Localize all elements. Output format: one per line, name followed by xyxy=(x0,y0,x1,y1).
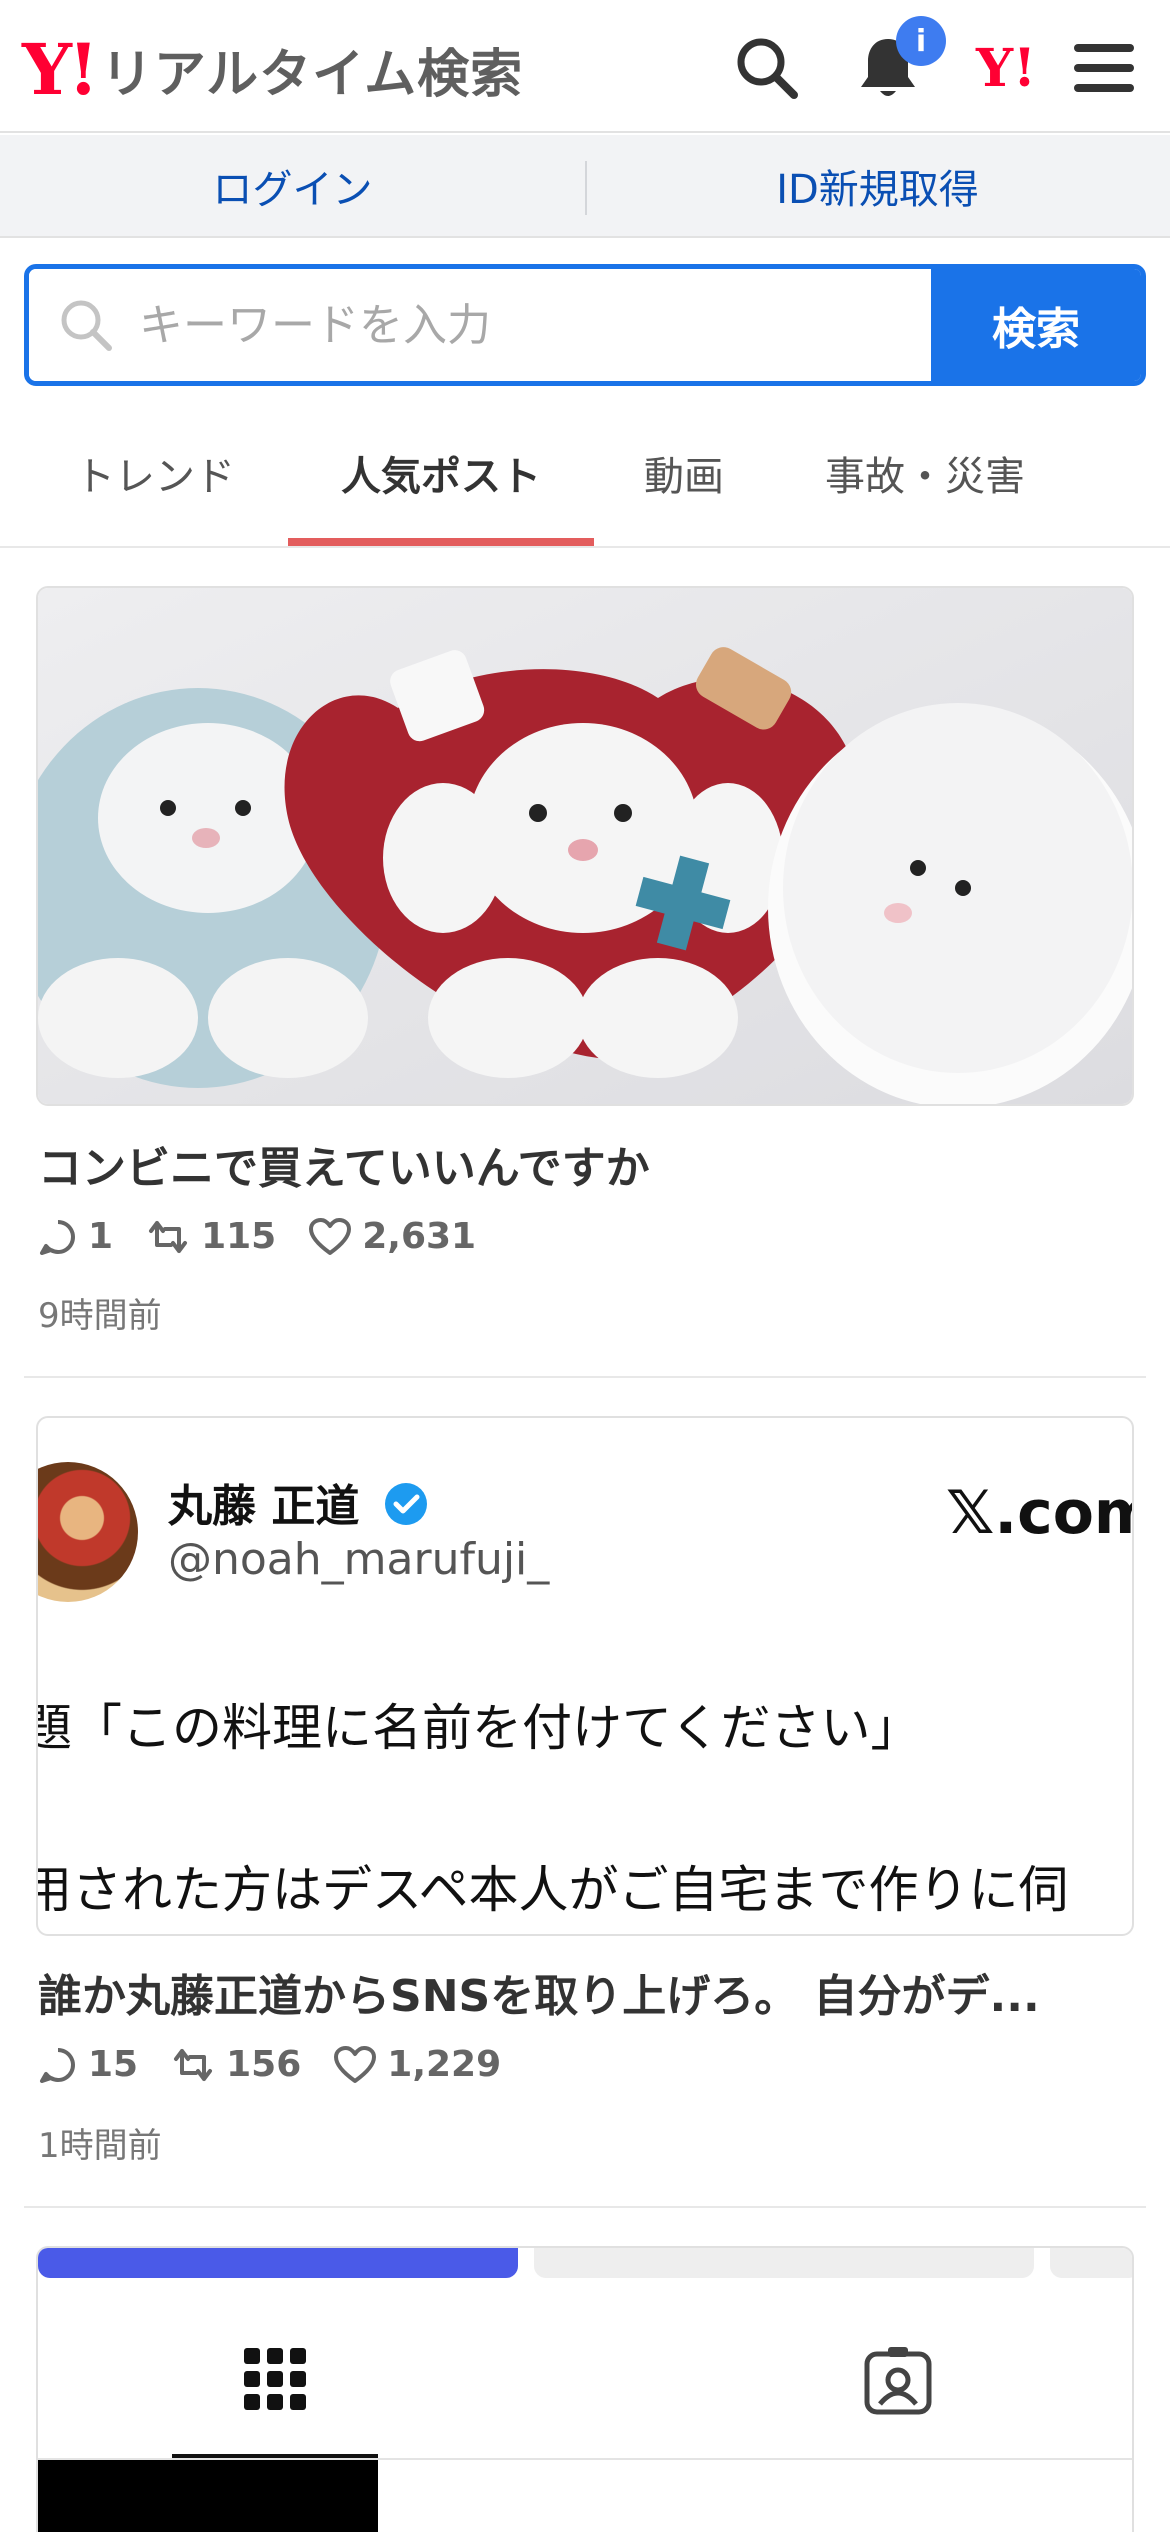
tweet-text-line: 用された方はデスペ本人がご自宅まで作りに伺 xyxy=(36,1861,1069,1919)
reply-icon xyxy=(40,1219,75,1255)
search-form: 検索 xyxy=(24,264,1146,386)
active-tab-indicator xyxy=(288,538,594,546)
repost-value: 156 xyxy=(226,2044,302,2085)
repost-value: 115 xyxy=(201,1216,277,1257)
heart-icon xyxy=(334,2045,377,2083)
repost-icon xyxy=(174,2048,213,2081)
category-tabs: トレンド 人気ポスト 動画 事故・災害 xyxy=(0,400,1170,548)
post-divider xyxy=(24,1376,1146,1378)
like-value: 2,631 xyxy=(362,1216,477,1257)
like-count[interactable]: 2,631 xyxy=(308,1216,476,1257)
heart-icon xyxy=(309,1217,352,1255)
plush-toys-photo xyxy=(38,588,1132,1104)
notification-badge: i xyxy=(896,16,946,66)
reply-icon xyxy=(40,2047,75,2083)
post-stats: 15 156 1,229 xyxy=(38,2044,533,2085)
post-image[interactable]: 丸藤 正道 @noah_marufuji_ 𝕏.com 題「この料理に名前を付け… xyxy=(36,1416,1134,1936)
reply-count[interactable]: 1 xyxy=(38,1216,113,1257)
reply-value: 15 xyxy=(88,2044,139,2085)
reply-count[interactable]: 15 xyxy=(38,2044,138,2085)
verified-badge-icon xyxy=(384,1483,427,1525)
like-count[interactable]: 1,229 xyxy=(333,2044,501,2085)
tagged-profile-icon xyxy=(864,2347,932,2415)
tab-videos[interactable]: 動画 xyxy=(604,400,764,546)
search-field-icon xyxy=(61,300,112,351)
reply-value: 1 xyxy=(88,1216,114,1257)
tweet-author-name-text: 丸藤 正道 xyxy=(168,1481,360,1532)
logo-text: リアルタイム検索 xyxy=(100,44,524,105)
search-field-wrapper xyxy=(29,269,931,381)
post-title[interactable]: 誰か丸藤正道からSNSを取り上げろ。 自分がデ... xyxy=(38,1960,1128,2024)
post-title[interactable]: コンビニで買えていいんですか xyxy=(38,1132,1138,1196)
post-time: 1時間前 xyxy=(38,2126,162,2166)
auth-bar: ログイン ID新規取得 xyxy=(0,135,1170,238)
tweet-author-name: 丸藤 正道 xyxy=(168,1470,429,1534)
media-thumbnail xyxy=(38,2460,378,2532)
hamburger-menu-icon[interactable] xyxy=(1064,28,1144,108)
login-link[interactable]: ログイン xyxy=(0,135,585,236)
tweet-author-handle: @noah_marufuji_ xyxy=(168,1534,550,1585)
grid-icon xyxy=(244,2348,306,2410)
search-icon[interactable] xyxy=(727,28,807,108)
repost-count[interactable]: 115 xyxy=(145,1216,276,1257)
profile-header-bar xyxy=(534,2248,1034,2278)
repost-icon xyxy=(149,1220,188,1253)
yahoo-top-icon[interactable]: Y! xyxy=(966,28,1046,108)
post-stats: 1 115 2,631 xyxy=(38,1216,508,1257)
auth-divider xyxy=(585,161,587,215)
register-link[interactable]: ID新規取得 xyxy=(585,135,1170,236)
like-value: 1,229 xyxy=(387,2044,502,2085)
tab-trend[interactable]: トレンド xyxy=(38,400,272,546)
app-header: Y! リアルタイム検索 i Y! xyxy=(0,0,1170,133)
tweet-text-line: 題「この料理に名前を付けてください」 xyxy=(36,1699,921,1757)
post-time: 9時間前 xyxy=(38,1296,162,1336)
repost-count[interactable]: 156 xyxy=(170,2044,301,2085)
tab-popular-posts[interactable]: 人気ポスト xyxy=(288,400,594,546)
yahoo-realtime-logo[interactable]: Y! リアルタイム検索 xyxy=(22,24,523,114)
post-divider xyxy=(24,2206,1146,2208)
post-image[interactable] xyxy=(36,586,1134,1106)
search-button[interactable]: 検索 xyxy=(931,269,1141,381)
search-input[interactable] xyxy=(139,299,839,351)
x-com-label: 𝕏.com xyxy=(946,1478,1132,1548)
avatar xyxy=(38,1462,138,1602)
tab-accidents-disasters[interactable]: 事故・災害 xyxy=(790,400,1060,546)
yahoo-logo-mark: Y! xyxy=(22,27,99,111)
post-image[interactable] xyxy=(36,2246,1134,2532)
profile-header-bar xyxy=(1050,2248,1132,2278)
yahoo-mark: Y! xyxy=(976,37,1036,99)
profile-header-bar xyxy=(38,2248,518,2278)
